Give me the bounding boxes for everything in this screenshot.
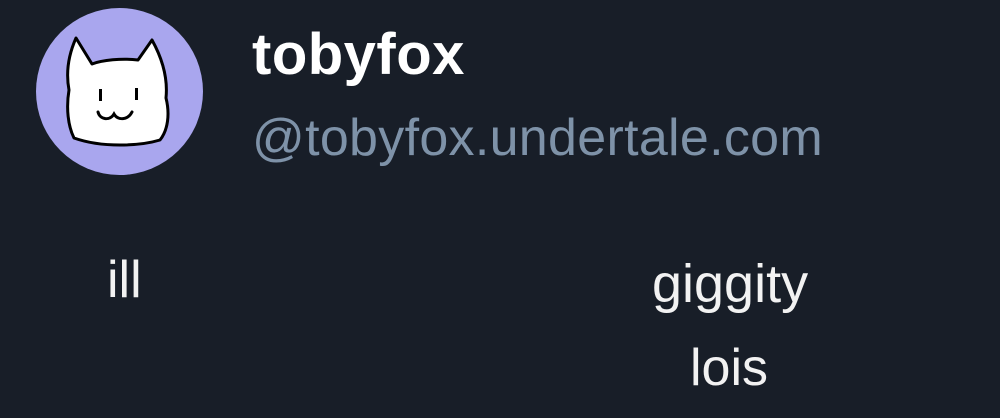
user-handle[interactable]: @tobyfox.undertale.com: [252, 106, 823, 170]
post-word-ill: ill: [107, 251, 142, 309]
display-name[interactable]: tobyfox: [252, 20, 465, 90]
post-header: tobyfox @tobyfox.undertale.com: [0, 0, 1000, 200]
post-word-lois: lois: [690, 339, 769, 397]
white-cat-drawing-icon: [66, 36, 170, 147]
avatar[interactable]: [36, 8, 203, 175]
post-word-giggity: giggity: [652, 254, 809, 314]
post-body: ill giggity lois: [0, 200, 1000, 418]
